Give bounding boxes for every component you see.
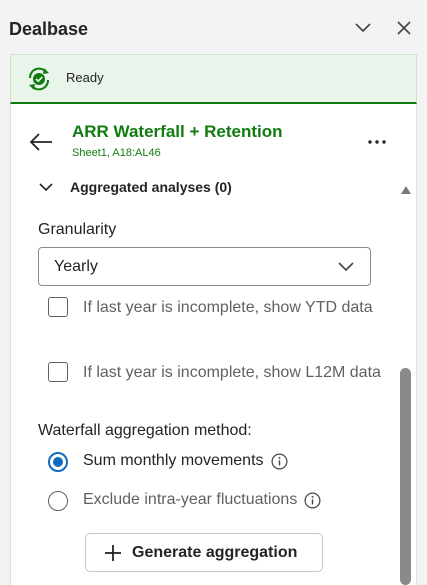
ytd-checkbox-label[interactable]: If last year is incomplete, show YTD dat… bbox=[83, 295, 383, 320]
exclude-intra-year-option: Exclude intra-year fluctuations bbox=[83, 491, 321, 509]
exclude-intra-year-radio[interactable] bbox=[48, 491, 68, 511]
app-title: Dealbase bbox=[9, 19, 89, 39]
scroll-up-button[interactable] bbox=[399, 183, 413, 197]
exclude-intra-year-label[interactable]: Exclude intra-year fluctuations bbox=[83, 491, 297, 509]
l12m-checkbox[interactable] bbox=[48, 362, 68, 382]
refresh-check-icon bbox=[25, 65, 53, 98]
aggregation-method-label: Waterfall aggregation method: bbox=[38, 422, 252, 439]
granularity-value: Yearly bbox=[54, 258, 98, 275]
status-bar: Ready bbox=[10, 54, 417, 104]
ytd-checkbox[interactable] bbox=[48, 297, 68, 317]
info-icon[interactable] bbox=[271, 452, 288, 470]
chevron-down-icon bbox=[336, 258, 356, 276]
chevron-down-icon bbox=[36, 177, 56, 197]
granularity-dropdown[interactable]: Yearly bbox=[38, 247, 371, 286]
collapse-pane-button[interactable] bbox=[352, 17, 374, 39]
sum-monthly-radio[interactable] bbox=[48, 452, 68, 472]
arrow-left-icon bbox=[29, 133, 52, 151]
section-label: Aggregated analyses (0) bbox=[70, 179, 232, 195]
info-icon[interactable] bbox=[304, 491, 321, 509]
report-title: ARR Waterfall + Retention bbox=[72, 122, 283, 141]
aggregated-analyses-toggle[interactable]: Aggregated analyses (0) bbox=[36, 176, 232, 198]
title-bar: Dealbase bbox=[0, 0, 427, 54]
l12m-checkbox-label[interactable]: If last year is incomplete, show L12M da… bbox=[83, 360, 383, 385]
more-horizontal-icon bbox=[368, 140, 386, 144]
report-range: Sheet1, A18:AL46 bbox=[72, 147, 161, 159]
granularity-label: Granularity bbox=[38, 221, 117, 238]
sum-monthly-option: Sum monthly movements bbox=[83, 452, 288, 470]
plus-icon bbox=[104, 544, 122, 562]
generate-aggregation-button[interactable]: Generate aggregation bbox=[85, 533, 323, 572]
sum-monthly-label[interactable]: Sum monthly movements bbox=[83, 452, 264, 470]
generate-aggregation-label: Generate aggregation bbox=[132, 543, 298, 561]
close-pane-button[interactable] bbox=[393, 17, 415, 39]
close-icon bbox=[397, 21, 411, 35]
triangle-up-icon bbox=[401, 186, 411, 194]
scrollbar-thumb[interactable] bbox=[400, 368, 411, 585]
chevron-down-icon bbox=[355, 23, 371, 33]
more-options-button[interactable] bbox=[364, 130, 390, 154]
back-button[interactable] bbox=[28, 129, 54, 155]
status-text: Ready bbox=[66, 70, 104, 85]
